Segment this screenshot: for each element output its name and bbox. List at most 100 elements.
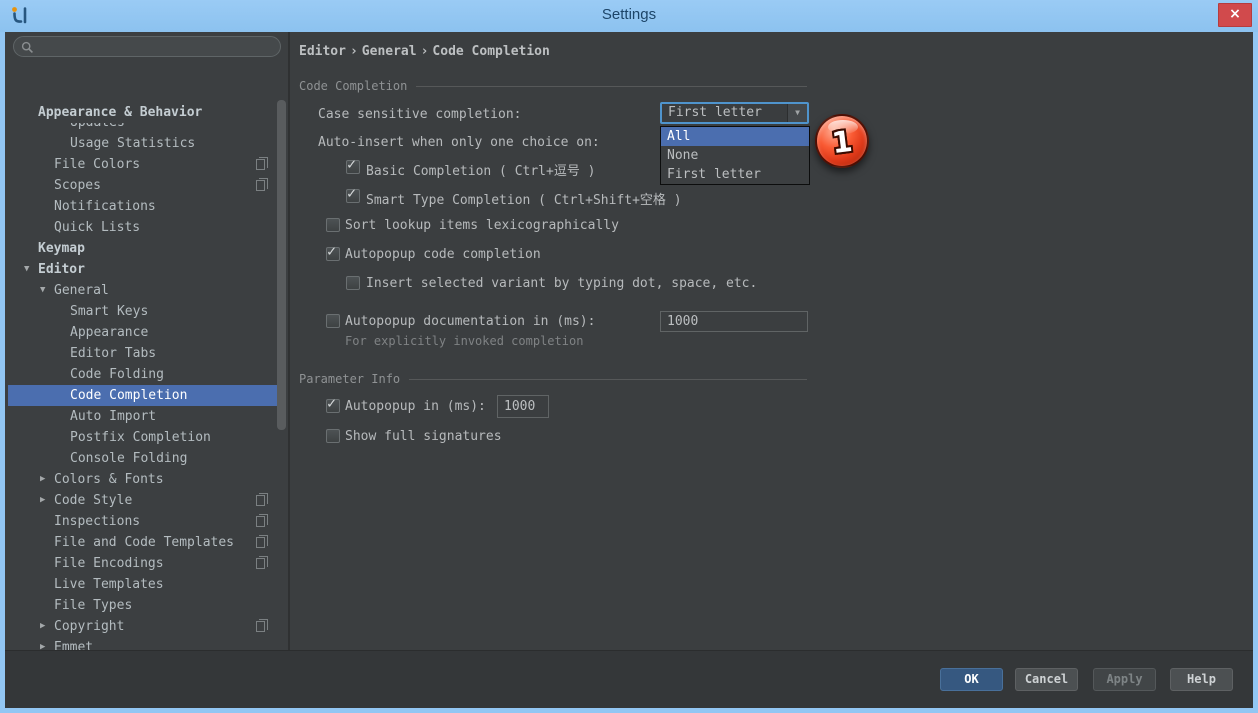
sidebar-scrollbar[interactable] <box>277 100 286 430</box>
sidebar-item-appearance-behavior[interactable]: Appearance & Behavior <box>5 102 288 123</box>
sidebar-item-label: File Types <box>54 595 132 616</box>
param-autopopup-ms-field[interactable] <box>497 395 549 418</box>
combobox-value: First letter <box>668 104 762 122</box>
annotation-badge-number: 1 <box>815 122 869 162</box>
sidebar-item-label: Editor Tabs <box>70 343 156 364</box>
chevron-down-icon[interactable]: ▼ <box>24 259 29 280</box>
sidebar-item-label: Auto Import <box>70 406 156 427</box>
dropdown-option-none[interactable]: None <box>661 146 809 165</box>
sidebar-item-code-folding[interactable]: Code Folding <box>5 364 288 385</box>
cancel-button[interactable]: Cancel <box>1015 668 1078 691</box>
param-autopopup-checkbox[interactable] <box>326 399 340 413</box>
annotation-badge: 1 <box>815 114 869 168</box>
sidebar-item-label: Appearance & Behavior <box>38 102 202 123</box>
smart-type-completion-label: Smart Type Completion ( Ctrl+Shift+空格 ) <box>366 189 682 208</box>
breadcrumb: Editor›General›Code Completion <box>299 44 550 59</box>
case-sensitive-label: Case sensitive completion: <box>318 107 522 122</box>
combobox-arrow-button[interactable]: ▼ <box>787 104 807 122</box>
sidebar-item-auto-import[interactable]: Auto Import <box>5 406 288 427</box>
sidebar-item-label: Inspections <box>54 511 140 532</box>
sidebar-item-label: Emmet <box>54 637 93 650</box>
sidebar-item-code-style[interactable]: ▶ Code Style <box>5 490 288 511</box>
param-autopopup-label: Autopopup in (ms): <box>345 399 486 414</box>
chevron-down-icon: ▼ <box>795 108 800 117</box>
sidebar-item-keymap[interactable]: Keymap <box>5 238 288 259</box>
sidebar-item-label: Copyright <box>54 616 124 637</box>
auto-insert-label: Auto-insert when only one choice on: <box>318 135 600 150</box>
sidebar-item-code-completion[interactable]: Code Completion <box>5 385 288 406</box>
breadcrumb-item-editor[interactable]: Editor <box>299 44 346 59</box>
sort-lookup-label: Sort lookup items lexicographically <box>345 218 619 233</box>
smart-type-completion-checkbox[interactable] <box>346 189 360 203</box>
chevron-down-icon[interactable]: ▼ <box>40 280 45 301</box>
autopopup-code-completion-checkbox[interactable] <box>326 247 340 261</box>
sidebar-item-postfix-completion[interactable]: Postfix Completion <box>5 427 288 448</box>
close-button[interactable]: × <box>1218 3 1252 27</box>
sidebar-item-label: Code Completion <box>70 385 187 406</box>
breadcrumb-separator: › <box>417 44 433 59</box>
settings-window: Settings × Appearance & BehaviorUpdatesU… <box>0 0 1258 713</box>
dropdown-option-all[interactable]: All <box>661 127 809 146</box>
breadcrumb-item-general[interactable]: General <box>362 44 417 59</box>
sidebar-item-file-colors[interactable]: File Colors <box>5 154 288 175</box>
sidebar-item-file-types[interactable]: File Types <box>5 595 288 616</box>
sidebar-item-label: Smart Keys <box>70 301 148 322</box>
apply-button[interactable]: Apply <box>1093 668 1156 691</box>
basic-completion-label: Basic Completion ( Ctrl+逗号 ) <box>366 160 596 179</box>
sidebar-item-label: Quick Lists <box>54 217 140 238</box>
breadcrumb-separator: › <box>346 44 362 59</box>
sidebar-item-emmet[interactable]: ▶ Emmet <box>5 637 288 650</box>
basic-completion-checkbox[interactable] <box>346 160 360 174</box>
sidebar-item-appearance[interactable]: Appearance <box>5 322 288 343</box>
sidebar-item-label: Colors & Fonts <box>54 469 164 490</box>
sidebar-item-label: Keymap <box>38 238 85 259</box>
sidebar-item-file-encodings[interactable]: File Encodings <box>5 553 288 574</box>
sidebar-item-scopes[interactable]: Scopes <box>5 175 288 196</box>
sidebar-item-label: Notifications <box>54 196 156 217</box>
sidebar-item-label: Code Folding <box>70 364 164 385</box>
sidebar-item-copyright[interactable]: ▶ Copyright <box>5 616 288 637</box>
autopopup-code-completion-label: Autopopup code completion <box>345 247 541 262</box>
ok-button[interactable]: OK <box>940 668 1003 691</box>
chevron-right-icon[interactable]: ▶ <box>40 490 45 511</box>
chevron-right-icon[interactable]: ▶ <box>40 469 45 490</box>
sidebar-item-smart-keys[interactable]: Smart Keys <box>5 301 288 322</box>
sidebar-item-label: File Encodings <box>54 553 164 574</box>
settings-tree: Appearance & BehaviorUpdatesUsage Statis… <box>5 32 288 650</box>
sidebar-item-notifications[interactable]: Notifications <box>5 196 288 217</box>
sort-lookup-checkbox[interactable] <box>326 218 340 232</box>
show-full-signatures-label: Show full signatures <box>345 429 502 444</box>
dropdown-option-first-letter[interactable]: First letter <box>661 165 809 184</box>
sidebar-item-label: File Colors <box>54 154 140 175</box>
autopopup-documentation-ms-field[interactable] <box>660 311 808 332</box>
sidebar-item-console-folding[interactable]: Console Folding <box>5 448 288 469</box>
sidebar-item-label: Editor <box>38 259 85 280</box>
case-sensitive-combobox[interactable]: First letter ▼ <box>660 102 809 124</box>
breadcrumb-item-code-completion[interactable]: Code Completion <box>432 44 549 59</box>
sidebar-item-label: File and Code Templates <box>54 532 234 553</box>
sidebar-item-editor[interactable]: ▼ Editor <box>5 259 288 280</box>
copy-scheme-icon <box>256 180 265 191</box>
sidebar-item-colors-fonts[interactable]: ▶ Colors & Fonts <box>5 469 288 490</box>
panel-divider <box>288 32 290 650</box>
insert-selected-variant-checkbox[interactable] <box>346 276 360 290</box>
chevron-right-icon[interactable]: ▶ <box>40 616 45 637</box>
autopopup-documentation-checkbox[interactable] <box>326 314 340 328</box>
show-full-signatures-checkbox[interactable] <box>326 429 340 443</box>
sidebar-item-label: Scopes <box>54 175 101 196</box>
combobox-dropdown: AllNoneFirst letter <box>660 126 810 185</box>
chevron-right-icon[interactable]: ▶ <box>40 637 45 650</box>
copy-scheme-icon <box>256 621 265 632</box>
insert-selected-variant-label: Insert selected variant by typing dot, s… <box>366 276 757 291</box>
sidebar-item-label: Code Style <box>54 490 132 511</box>
sidebar-item-live-templates[interactable]: Live Templates <box>5 574 288 595</box>
help-button[interactable]: Help <box>1170 668 1233 691</box>
sidebar-item-general[interactable]: ▼General <box>5 280 288 301</box>
sidebar-item-quick-lists[interactable]: Quick Lists <box>5 217 288 238</box>
sidebar-item-editor-tabs[interactable]: Editor Tabs <box>5 343 288 364</box>
sidebar-item-usage-statistics[interactable]: Usage Statistics <box>5 133 288 154</box>
title-bar: Settings × <box>0 0 1258 32</box>
sidebar-item-file-and-code-templates[interactable]: File and Code Templates <box>5 532 288 553</box>
sidebar-item-inspections[interactable]: Inspections <box>5 511 288 532</box>
autopopup-documentation-label: Autopopup documentation in (ms): <box>345 314 595 329</box>
